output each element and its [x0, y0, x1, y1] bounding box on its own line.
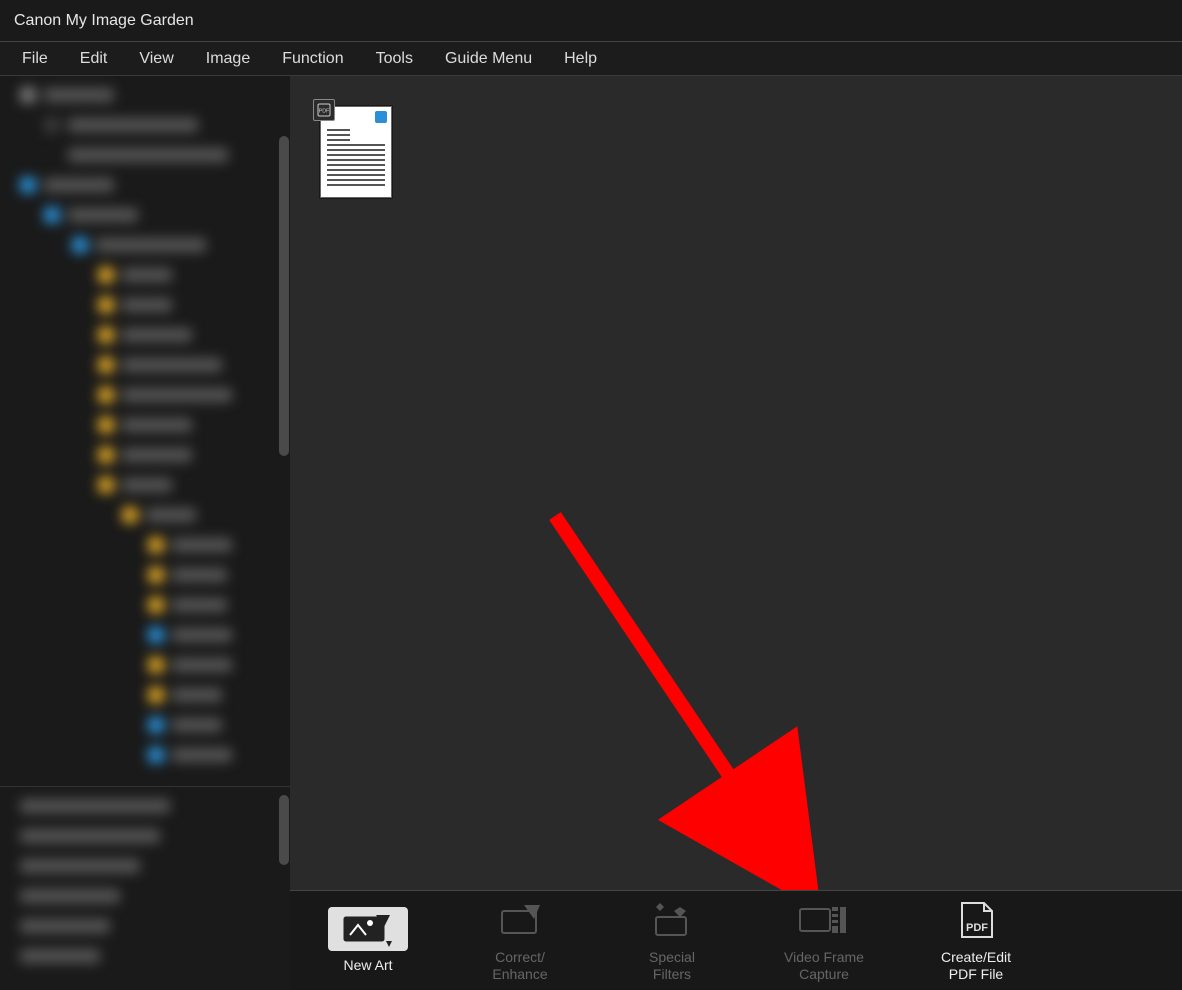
- titlebar: Canon My Image Garden: [0, 0, 1182, 42]
- pdf-icon: PDF: [936, 899, 1016, 943]
- annotation-arrow: [290, 76, 1182, 890]
- new-art-icon: [328, 907, 408, 951]
- pdf-badge-icon: PDF: [313, 99, 335, 121]
- correct-enhance-button[interactable]: Correct/ Enhance: [460, 896, 580, 986]
- menu-file[interactable]: File: [6, 44, 64, 74]
- menu-view[interactable]: View: [123, 44, 189, 74]
- sidebar-lower-scrollbar[interactable]: [279, 795, 289, 865]
- special-filters-button[interactable]: Special Filters: [612, 896, 732, 986]
- tool-label: Special Filters: [649, 949, 695, 981]
- tool-label: Video Frame Capture: [784, 949, 864, 981]
- sidebar: [0, 76, 290, 990]
- svg-text:PDF: PDF: [966, 922, 988, 934]
- folder-tree[interactable]: [0, 76, 290, 786]
- tool-label: New Art: [343, 957, 392, 973]
- sidebar-lower-panel: [0, 787, 290, 990]
- video-capture-icon: [784, 899, 864, 943]
- menu-help[interactable]: Help: [548, 44, 613, 74]
- tool-label: Correct/ Enhance: [492, 949, 547, 981]
- menu-image[interactable]: Image: [190, 44, 266, 74]
- pdf-thumbnail[interactable]: PDF: [320, 106, 392, 198]
- sidebar-scrollbar[interactable]: [279, 136, 289, 456]
- download-badge-icon: [375, 111, 387, 123]
- create-edit-pdf-button[interactable]: PDF Create/Edit PDF File: [916, 896, 1036, 986]
- menu-tools[interactable]: Tools: [360, 44, 429, 74]
- special-filters-icon: [632, 899, 712, 943]
- correct-enhance-icon: [480, 899, 560, 943]
- menu-edit[interactable]: Edit: [64, 44, 124, 74]
- new-art-button[interactable]: New Art: [308, 896, 428, 986]
- video-frame-capture-button[interactable]: Video Frame Capture: [764, 896, 884, 986]
- menu-function[interactable]: Function: [266, 44, 359, 74]
- svg-text:PDF: PDF: [319, 109, 330, 115]
- app-title: Canon My Image Garden: [14, 12, 194, 30]
- document-preview: [327, 129, 385, 189]
- menubar: File Edit View Image Function Tools Guid…: [0, 42, 1182, 76]
- bottom-toolbar: New Art Correct/ Enhance: [290, 890, 1182, 990]
- tool-label: Create/Edit PDF File: [941, 949, 1011, 981]
- menu-guide[interactable]: Guide Menu: [429, 44, 548, 74]
- thumbnail-grid[interactable]: PDF: [290, 76, 1182, 890]
